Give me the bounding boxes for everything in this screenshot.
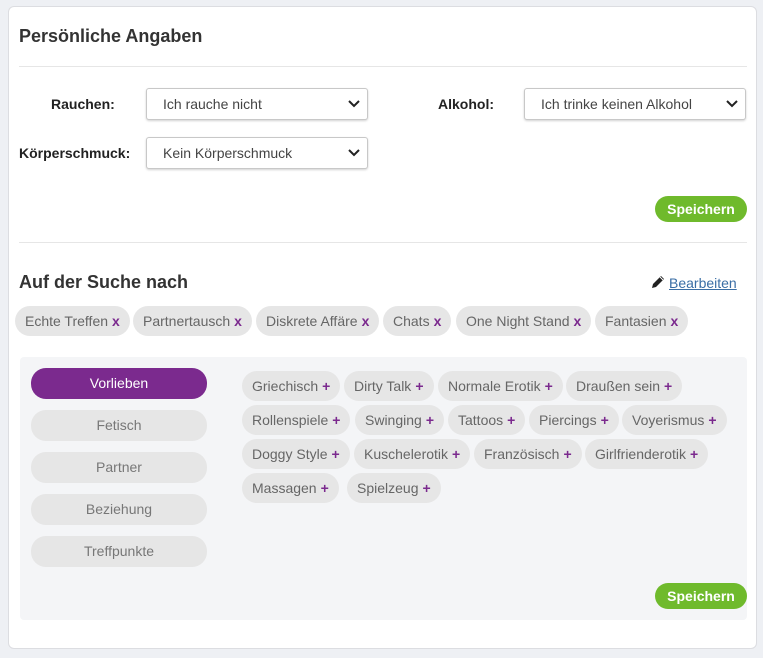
search-tag-label: One Night Stand: [466, 313, 570, 329]
add-option-icon: +: [415, 378, 424, 394]
divider: [19, 66, 747, 67]
save-preferences-button[interactable]: Speichern: [655, 583, 747, 609]
jewelry-select-value: Kein Körperschmuck: [163, 145, 293, 161]
add-option-icon: +: [331, 446, 340, 462]
alcohol-select-value: Ich trinke keinen Alkohol: [541, 96, 692, 112]
preference-option-label: Rollenspiele: [252, 412, 329, 428]
search-tag: Diskrete Affäre x: [256, 306, 380, 336]
search-tag-label: Chats: [393, 313, 430, 329]
preference-option-label: Tattoos: [458, 412, 504, 428]
remove-tag-button[interactable]: x: [434, 313, 442, 329]
chevron-down-icon: [348, 100, 360, 108]
preference-option[interactable]: Spielzeug +: [347, 473, 441, 503]
jewelry-label: Körperschmuck:: [19, 145, 131, 161]
category-tab-beziehung[interactable]: Beziehung: [31, 494, 207, 525]
alcohol-label: Alkohol:: [438, 96, 494, 112]
category-tab-fetisch[interactable]: Fetisch: [31, 410, 207, 441]
remove-tag-button[interactable]: x: [670, 313, 678, 329]
preference-option[interactable]: Swinging +: [355, 405, 445, 435]
add-option-icon: +: [422, 480, 431, 496]
profile-card: Persönliche Angaben Rauchen: Ich rauche …: [8, 6, 757, 649]
edit-link-label: Bearbeiten: [669, 275, 737, 291]
preference-option[interactable]: Piercings +: [529, 405, 619, 435]
remove-tag-button[interactable]: x: [112, 313, 120, 329]
preference-option-label: Girlfrienderotik: [595, 446, 687, 462]
divider: [19, 242, 747, 243]
add-option-icon: +: [563, 446, 572, 462]
preference-option[interactable]: Französisch +: [474, 439, 582, 469]
preferences-panel: Vorlieben Fetisch Partner Beziehung Tref…: [20, 357, 747, 620]
add-option-icon: +: [452, 446, 461, 462]
chevron-down-icon: [348, 149, 360, 157]
preference-option-label: Piercings: [539, 412, 597, 428]
preference-option-label: Normale Erotik: [448, 378, 541, 394]
preference-option[interactable]: Normale Erotik +: [438, 371, 563, 401]
add-option-icon: +: [320, 480, 329, 496]
preference-option-label: Swinging: [365, 412, 422, 428]
add-option-icon: +: [600, 412, 609, 428]
add-option-icon: +: [544, 378, 553, 394]
search-tag-label: Diskrete Affäre: [266, 313, 358, 329]
preference-option[interactable]: Tattoos +: [448, 405, 526, 435]
add-option-icon: +: [708, 412, 717, 428]
search-tag-label: Fantasien: [605, 313, 667, 329]
smoking-select-value: Ich rauche nicht: [163, 96, 262, 112]
add-option-icon: +: [664, 378, 673, 394]
preference-option-label: Griechisch: [252, 378, 319, 394]
jewelry-select[interactable]: Kein Körperschmuck: [146, 137, 368, 169]
add-option-icon: +: [690, 446, 699, 462]
preference-option-label: Massagen: [252, 480, 317, 496]
personal-info-title: Persönliche Angaben: [19, 26, 203, 46]
preference-option[interactable]: Draußen sein +: [566, 371, 683, 401]
search-tag-label: Partnertausch: [143, 313, 231, 329]
chevron-down-icon: [726, 100, 738, 108]
preference-option-label: Draußen sein: [576, 378, 661, 394]
search-tag: Echte Treffen x: [15, 306, 130, 336]
add-option-icon: +: [425, 412, 435, 428]
search-title: Auf der Suche nach: [19, 272, 189, 292]
remove-tag-button[interactable]: x: [234, 313, 242, 329]
save-personal-button[interactable]: Speichern: [655, 196, 747, 222]
category-tab-vorlieben[interactable]: Vorlieben: [31, 368, 207, 399]
category-tab-partner[interactable]: Partner: [31, 452, 207, 483]
preference-option[interactable]: Doggy Style +: [242, 439, 350, 469]
preference-option[interactable]: Griechisch +: [242, 371, 341, 401]
search-tag: One Night Stand x: [456, 306, 592, 336]
add-option-icon: +: [507, 412, 516, 428]
preference-option[interactable]: Girlfrienderotik +: [585, 439, 709, 469]
preference-option[interactable]: Rollenspiele +: [242, 405, 351, 435]
preference-option[interactable]: Massagen +: [242, 473, 339, 503]
preference-option-label: Voyerismus: [632, 412, 705, 428]
preference-option-label: Französisch: [484, 446, 560, 462]
preference-option[interactable]: Dirty Talk +: [344, 371, 434, 401]
preference-option[interactable]: Kuschelerotik +: [354, 439, 471, 469]
category-tab-treffpunkte[interactable]: Treffpunkte: [31, 536, 207, 567]
add-option-icon: +: [332, 412, 341, 428]
search-tag: Chats x: [383, 306, 452, 336]
remove-tag-button[interactable]: x: [574, 313, 582, 329]
preference-option-label: Dirty Talk: [354, 378, 412, 394]
add-option-icon: +: [322, 378, 331, 394]
smoking-select[interactable]: Ich rauche nicht: [146, 88, 368, 120]
preference-option-label: Spielzeug: [357, 480, 419, 496]
alcohol-select[interactable]: Ich trinke keinen Alkohol: [524, 88, 746, 120]
preference-option-label: Doggy Style: [252, 446, 328, 462]
smoking-label: Rauchen:: [51, 96, 115, 112]
search-tag: Partnertausch x: [133, 306, 252, 336]
remove-tag-button[interactable]: x: [362, 313, 370, 329]
search-tag-label: Echte Treffen: [25, 313, 109, 329]
pencil-icon: [652, 276, 664, 288]
preference-option-label: Kuschelerotik: [364, 446, 449, 462]
preference-option[interactable]: Voyerismus +: [622, 405, 727, 435]
search-tag: Fantasien x: [595, 306, 689, 336]
